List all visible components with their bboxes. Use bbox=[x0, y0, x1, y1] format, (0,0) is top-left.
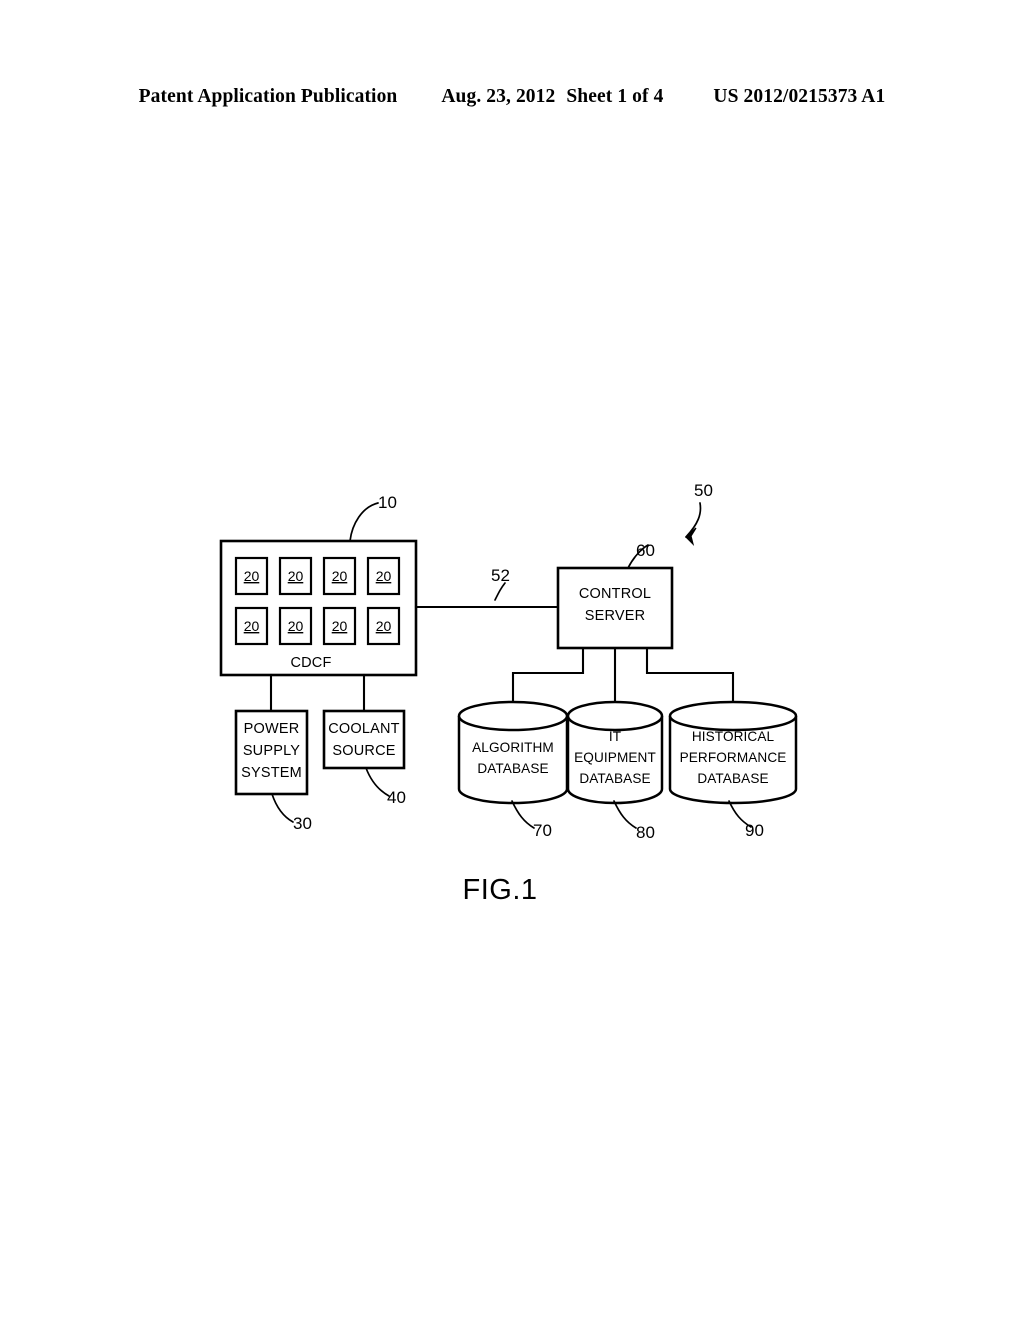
server-to-historical-db-line bbox=[645, 646, 735, 712]
figure-1: 20 20 20 20 20 20 20 20 CDCF 10 52 CONTR… bbox=[0, 0, 1024, 1320]
power-supply-label-line2: SUPPLY bbox=[243, 743, 300, 759]
rack-label: 20 bbox=[376, 568, 392, 584]
algorithm-db-cylinder-top bbox=[457, 700, 569, 732]
control-server-label-line1: CONTROL bbox=[579, 586, 651, 602]
historical-db-label-line2: PERFORMANCE bbox=[680, 750, 787, 765]
ref-number-80: 80 bbox=[636, 823, 655, 842]
algorithm-db-label-line2: DATABASE bbox=[477, 761, 548, 776]
rack-label: 20 bbox=[332, 618, 348, 634]
ref-number-30: 30 bbox=[293, 814, 312, 833]
server-to-algorithm-db-line bbox=[511, 646, 585, 712]
rack-label: 20 bbox=[244, 618, 260, 634]
historical-db-label-line1: HISTORICAL bbox=[692, 729, 775, 744]
it-equipment-db-cylinder-top bbox=[566, 700, 664, 732]
power-supply-label-line1: POWER bbox=[244, 721, 300, 737]
it-equipment-db-label-line3: DATABASE bbox=[579, 771, 650, 786]
rack-label: 20 bbox=[376, 618, 392, 634]
historical-db-cylinder-top bbox=[668, 700, 798, 732]
coolant-source-label-line1: COOLANT bbox=[328, 721, 400, 737]
it-equipment-db-label-line1: IT bbox=[609, 729, 621, 744]
leader-line-52 bbox=[494, 582, 506, 601]
leader-line-10 bbox=[349, 502, 379, 542]
figure-caption: FIG.1 bbox=[462, 874, 537, 906]
ref-number-90: 90 bbox=[745, 821, 764, 840]
coolant-source-box bbox=[322, 709, 406, 770]
ref-number-10: 10 bbox=[378, 493, 397, 512]
rack-label: 20 bbox=[288, 618, 304, 634]
algorithm-db-label-line1: ALGORITHM bbox=[472, 740, 554, 755]
cdcf-label: CDCF bbox=[290, 655, 331, 671]
leader-line-80 bbox=[613, 800, 637, 829]
ref-number-50: 50 bbox=[694, 481, 713, 500]
power-supply-label-line3: SYSTEM bbox=[241, 765, 302, 781]
rack-label: 20 bbox=[332, 568, 348, 584]
it-equipment-db-label-line2: EQUIPMENT bbox=[574, 750, 656, 765]
rack-label: 20 bbox=[288, 568, 304, 584]
patent-page: Patent Application Publication Aug. 23, … bbox=[0, 0, 1024, 1320]
ref-number-52: 52 bbox=[491, 566, 510, 585]
leader-line-40 bbox=[365, 767, 390, 797]
ref-number-60: 60 bbox=[636, 541, 655, 560]
coolant-source-label-line2: SOURCE bbox=[332, 743, 395, 759]
ref-number-40: 40 bbox=[387, 788, 406, 807]
control-server-label-line2: SERVER bbox=[585, 608, 646, 624]
leader-line-70 bbox=[511, 800, 535, 829]
rack-label: 20 bbox=[244, 568, 260, 584]
ref-number-70: 70 bbox=[533, 821, 552, 840]
leader-line-30 bbox=[271, 793, 294, 823]
historical-db-label-line3: DATABASE bbox=[697, 771, 768, 786]
